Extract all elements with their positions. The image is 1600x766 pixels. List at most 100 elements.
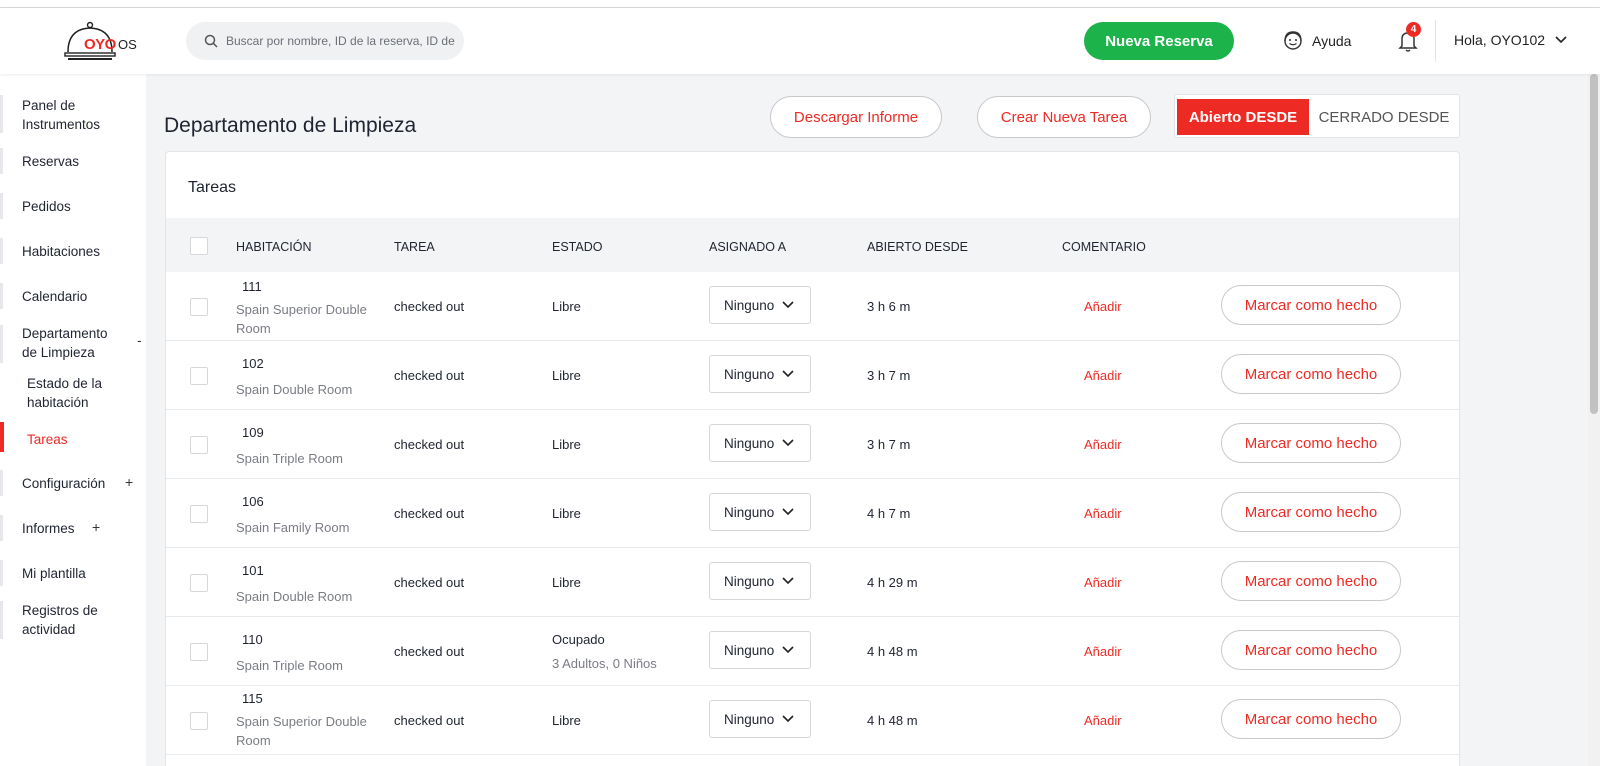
room-type: Spain Superior Double Room xyxy=(236,302,367,336)
row-checkbox[interactable] xyxy=(190,574,208,592)
add-comment-link[interactable]: Añadir xyxy=(1084,437,1122,452)
assignee-dropdown[interactable]: Ninguno xyxy=(709,424,811,462)
sidebar-item-habitaciones[interactable]: Habitaciones xyxy=(22,242,100,261)
mark-done-button[interactable]: Marcar como hecho xyxy=(1221,423,1401,463)
room-type: Spain Double Room xyxy=(236,589,353,604)
mark-done-button[interactable]: Marcar como hecho xyxy=(1221,285,1401,325)
add-comment-link[interactable]: Añadir xyxy=(1084,506,1122,521)
add-comment-link[interactable]: Añadir xyxy=(1084,368,1122,383)
nav-marker xyxy=(0,148,3,174)
room-status: Libre xyxy=(552,299,581,314)
sidebar-item-limpieza[interactable]: Departamento de Limpieza xyxy=(22,324,122,362)
toggle-open-since[interactable]: Abierto DESDE xyxy=(1177,99,1309,135)
create-task-button[interactable]: Crear Nueva Tarea xyxy=(977,96,1151,138)
row-checkbox[interactable] xyxy=(190,505,208,523)
main-content: Departamento de Limpieza Descargar Infor… xyxy=(146,74,1600,766)
oyo-logo[interactable]: OYO OS xyxy=(62,20,142,64)
sidebar-item-pedidos[interactable]: Pedidos xyxy=(22,197,71,216)
add-comment-link[interactable]: Añadir xyxy=(1084,644,1122,659)
table-row: 110 Spain Triple Room checked out Ocupad… xyxy=(166,617,1459,686)
expand-toggle[interactable]: + xyxy=(125,474,133,490)
sidebar-item-dashboard[interactable]: Panel de Instrumentos xyxy=(22,96,132,134)
active-indicator xyxy=(0,422,4,452)
open-since: 4 h 29 m xyxy=(867,575,918,590)
assignee-value: Ninguno xyxy=(724,366,775,382)
sidebar-item-reservas[interactable]: Reservas xyxy=(22,152,79,171)
sidebar-item-registros[interactable]: Registros de actividad xyxy=(22,601,122,639)
room-status: Libre xyxy=(552,713,581,728)
search-input[interactable] xyxy=(226,34,456,48)
add-comment-link[interactable]: Añadir xyxy=(1084,299,1122,314)
row-checkbox[interactable] xyxy=(190,643,208,661)
add-comment-link[interactable]: Añadir xyxy=(1084,575,1122,590)
open-since: 4 h 7 m xyxy=(867,506,911,521)
assignee-dropdown[interactable]: Ninguno xyxy=(709,286,811,324)
nav-marker xyxy=(0,325,3,363)
add-comment-link[interactable]: Añadir xyxy=(1084,713,1122,728)
sidebar-item-configuracion[interactable]: Configuración xyxy=(22,474,105,493)
logo-suffix: OS xyxy=(118,37,137,52)
user-menu[interactable]: Hola, OYO102 xyxy=(1454,32,1567,48)
row-checkbox[interactable] xyxy=(190,367,208,385)
task-name: checked out xyxy=(394,437,465,452)
row-checkbox[interactable] xyxy=(190,712,208,730)
assignee-dropdown[interactable]: Ninguno xyxy=(709,700,811,738)
room-type: Spain Triple Room xyxy=(236,658,343,673)
sidebar-item-calendario[interactable]: Calendario xyxy=(22,287,87,306)
help-button[interactable]: Ayuda xyxy=(1282,30,1351,52)
table-row: 106 Spain Family Room checked out Libre … xyxy=(166,479,1459,548)
chevron-down-icon xyxy=(782,508,794,516)
scrollbar-thumb[interactable] xyxy=(1590,74,1598,414)
task-name: checked out xyxy=(394,644,465,659)
mark-done-button[interactable]: Marcar como hecho xyxy=(1221,492,1401,532)
open-since: 3 h 7 m xyxy=(867,437,911,452)
assignee-dropdown[interactable]: Ninguno xyxy=(709,631,811,669)
notification-badge: 4 xyxy=(1406,22,1421,37)
toggle-closed-since[interactable]: CERRADO DESDE xyxy=(1311,99,1457,135)
tasks-card: Tareas HABITACIÓN TAREA ESTADO ASIGNADO … xyxy=(165,151,1460,766)
assignee-dropdown[interactable]: Ninguno xyxy=(709,562,811,600)
row-checkbox[interactable] xyxy=(190,298,208,316)
sidebar-item-estado-habitacion[interactable]: Estado de la habitación xyxy=(27,374,127,412)
user-greeting: Hola, OYO102 xyxy=(1454,32,1546,48)
collapse-toggle[interactable]: - xyxy=(137,332,142,348)
assignee-dropdown[interactable]: Ninguno xyxy=(709,355,811,393)
table-row: 111 Spain Superior Double Room checked o… xyxy=(166,272,1459,341)
column-header: COMENTARIO xyxy=(1062,240,1146,254)
task-name: checked out xyxy=(394,368,465,383)
select-all-checkbox[interactable] xyxy=(190,237,208,255)
mark-done-button[interactable]: Marcar como hecho xyxy=(1221,630,1401,670)
mark-done-button[interactable]: Marcar como hecho xyxy=(1221,354,1401,394)
search-bar[interactable] xyxy=(186,22,464,60)
room-number: 111 xyxy=(242,279,262,294)
chevron-down-icon xyxy=(782,301,794,309)
assignee-value: Ninguno xyxy=(724,573,775,589)
new-booking-button[interactable]: Nueva Reserva xyxy=(1084,22,1234,60)
assignee-value: Ninguno xyxy=(724,435,775,451)
room-status: Libre xyxy=(552,368,581,383)
download-report-button[interactable]: Descargar Informe xyxy=(770,96,942,138)
search-icon xyxy=(204,34,218,48)
row-checkbox[interactable] xyxy=(190,436,208,454)
sidebar-item-tareas[interactable]: Tareas xyxy=(27,430,68,449)
column-header: HABITACIÓN xyxy=(236,240,312,254)
nav-marker xyxy=(0,95,3,133)
occupancy-detail: 3 Adultos, 0 Niños xyxy=(552,656,657,671)
room-type: Spain Double Room xyxy=(236,382,353,397)
chevron-down-icon xyxy=(782,370,794,378)
nav-marker xyxy=(0,283,3,309)
room-type: Spain Superior Double Room xyxy=(236,714,367,748)
expand-toggle[interactable]: + xyxy=(92,519,100,535)
top-header: OYO OS Nueva Reserva Ayuda 4 Hola, OYO10… xyxy=(0,8,1600,74)
nav-marker xyxy=(0,515,3,541)
sidebar-item-mi-plantilla[interactable]: Mi plantilla xyxy=(22,564,86,583)
mark-done-button[interactable]: Marcar como hecho xyxy=(1221,699,1401,739)
assignee-dropdown[interactable]: Ninguno xyxy=(709,493,811,531)
sidebar-item-informes[interactable]: Informes xyxy=(22,519,75,538)
page-scrollbar[interactable] xyxy=(1588,74,1600,766)
open-since: 3 h 6 m xyxy=(867,299,911,314)
room-status: Ocupado xyxy=(552,632,605,647)
mark-done-button[interactable]: Marcar como hecho xyxy=(1221,561,1401,601)
chevron-down-icon xyxy=(782,577,794,585)
chevron-down-icon xyxy=(782,715,794,723)
